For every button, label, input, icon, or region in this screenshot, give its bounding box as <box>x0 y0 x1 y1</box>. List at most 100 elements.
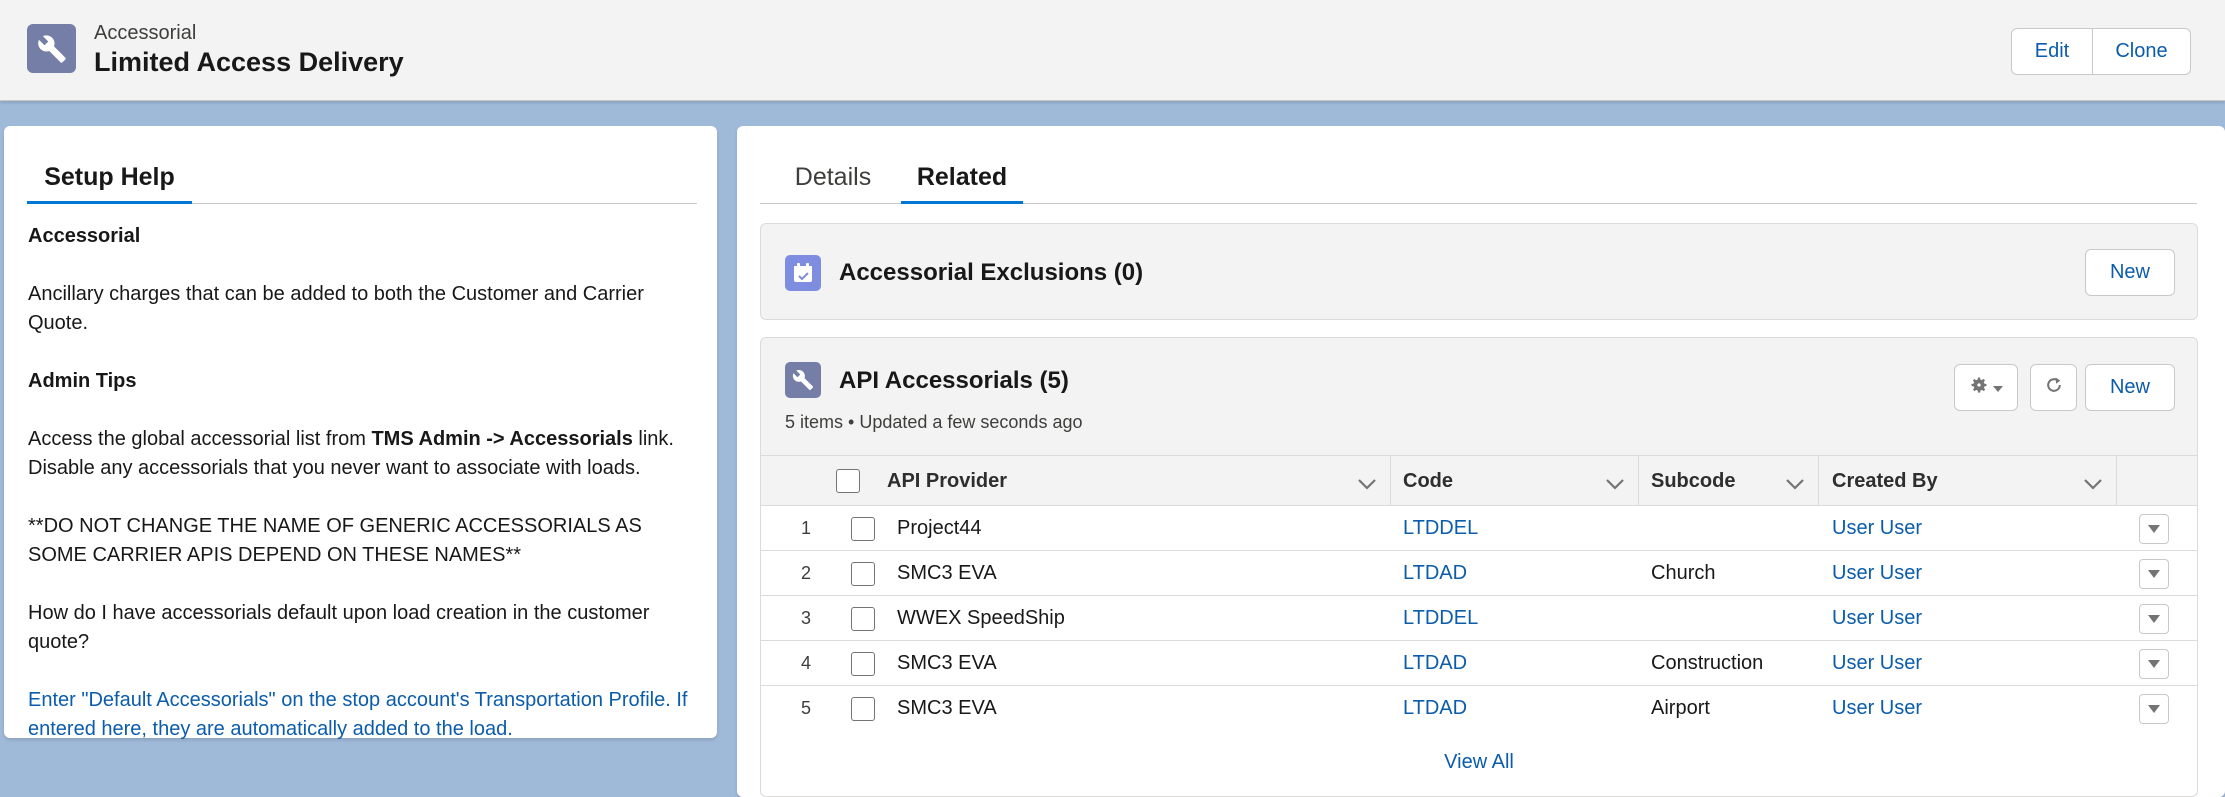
caret-down-icon <box>2147 562 2161 585</box>
chevron-down-icon[interactable] <box>2084 473 2102 496</box>
view-all-link[interactable]: View All <box>761 728 2197 796</box>
help-tip: Access the global accessorial list from … <box>28 425 698 483</box>
refresh-icon <box>2044 375 2064 401</box>
wrench-icon <box>785 362 821 398</box>
help-question: How do I have accessorials default upon … <box>28 602 650 653</box>
column-header-api-provider[interactable]: API Provider <box>877 456 1391 506</box>
row-actions-cell <box>2139 686 2169 731</box>
api-provider-cell: SMC3 EVA <box>897 697 997 719</box>
api-accessorials-subtitle: 5 items • Updated a few seconds ago <box>785 412 1083 432</box>
clone-button[interactable]: Clone <box>2093 28 2191 75</box>
caret-down-icon <box>2147 652 2161 675</box>
accessorial-exclusions-card: Accessorial Exclusions (0) New <box>760 223 2198 320</box>
code-link[interactable]: LTDAD <box>1403 551 1467 596</box>
column-header-created-by[interactable]: Created By <box>1819 456 2117 506</box>
column-label: Subcode <box>1651 469 1736 492</box>
row-checkbox[interactable] <box>851 606 875 631</box>
api-new-button[interactable]: New <box>2085 364 2175 411</box>
column-label: Code <box>1403 469 1453 492</box>
tab-setup-help[interactable]: Setup Help <box>27 160 192 204</box>
row-checkbox[interactable] <box>851 561 875 586</box>
code-link[interactable]: LTDDEL <box>1403 506 1478 551</box>
row-actions-button[interactable] <box>2139 693 2169 724</box>
table-header: API Provider Code Subcode Created By <box>761 456 2197 506</box>
table-row: 2 SMC3 EVA LTDAD Church User User <box>761 551 2197 596</box>
row-actions-cell <box>2139 596 2169 641</box>
column-header-subcode[interactable]: Subcode <box>1639 456 1819 506</box>
help-heading-admin-tips: Admin Tips <box>28 370 137 392</box>
row-actions-cell <box>2139 551 2169 596</box>
record-header: Accessorial Limited Access Delivery Edit… <box>0 0 2225 101</box>
record-detail-panel: Details Related Accessorial Exclusions (… <box>737 126 2225 797</box>
list-settings-button[interactable] <box>1954 364 2018 411</box>
created-by-link[interactable]: User User <box>1832 596 1922 641</box>
table-row: 1 Project44 LTDDEL User User <box>761 506 2197 551</box>
row-actions-button[interactable] <box>2139 558 2169 589</box>
help-tip-bold: TMS Admin -> Accessorials <box>371 428 633 450</box>
setup-help-tabbar: Setup Help <box>27 126 697 204</box>
tab-related[interactable]: Related <box>901 160 1023 204</box>
created-by-link[interactable]: User User <box>1832 686 1922 731</box>
exclusions-new-button[interactable]: New <box>2085 249 2175 296</box>
row-number-header <box>761 456 819 506</box>
row-actions-button[interactable] <box>2139 648 2169 679</box>
api-provider-cell: Project44 <box>897 517 982 539</box>
row-checkbox-cell <box>834 551 892 596</box>
api-provider-cell: SMC3 EVA <box>897 562 997 584</box>
row-actions-cell <box>2139 641 2169 686</box>
row-checkbox[interactable] <box>851 651 875 676</box>
row-checkbox-cell <box>834 506 892 551</box>
exclusions-title[interactable]: Accessorial Exclusions (0) <box>839 259 1143 287</box>
caret-down-icon <box>1993 376 2003 399</box>
created-by-link[interactable]: User User <box>1832 641 1922 686</box>
row-checkbox-cell <box>834 686 892 731</box>
record-tabbar: Details Related <box>760 126 2197 204</box>
wrench-icon <box>27 24 76 73</box>
help-tip-line2: Disable any accessorials that you never … <box>28 457 641 479</box>
help-tip-suffix: link. <box>632 428 674 450</box>
api-accessorials-table: API Provider Code Subcode Created By 1 P… <box>761 455 2197 731</box>
code-link[interactable]: LTDDEL <box>1403 596 1478 641</box>
select-all-header <box>819 456 877 506</box>
chevron-down-icon[interactable] <box>1786 473 1804 496</box>
table-row: 5 SMC3 EVA LTDAD Airport User User <box>761 686 2197 731</box>
api-accessorials-title[interactable]: API Accessorials (5) <box>839 367 1069 395</box>
column-header-code[interactable]: Code <box>1391 456 1639 506</box>
object-label: Accessorial <box>94 22 197 44</box>
created-by-link[interactable]: User User <box>1832 551 1922 596</box>
help-tip-prefix: Access the global accessorial list from <box>28 428 372 450</box>
code-link[interactable]: LTDAD <box>1403 686 1467 731</box>
help-heading-accessorial: Accessorial <box>28 225 141 247</box>
row-checkbox-cell <box>834 641 892 686</box>
row-checkbox[interactable] <box>851 696 875 721</box>
refresh-button[interactable] <box>2030 364 2077 411</box>
help-description: Ancillary charges that can be added to b… <box>28 283 644 334</box>
caret-down-icon <box>2147 517 2161 540</box>
row-checkbox-cell <box>834 596 892 641</box>
subcode-cell: Airport <box>1651 697 1710 719</box>
api-accessorials-card: API Accessorials (5) 5 items • Updated a… <box>760 337 2198 797</box>
help-warning: **DO NOT CHANGE THE NAME OF GENERIC ACCE… <box>28 515 642 566</box>
column-label: API Provider <box>887 469 1008 492</box>
help-answer: Enter "Default Accessorials" on the stop… <box>28 689 688 740</box>
select-all-checkbox[interactable] <box>836 469 860 493</box>
row-actions-button[interactable] <box>2139 603 2169 634</box>
api-provider-cell: WWEX SpeedShip <box>897 607 1065 629</box>
chevron-down-icon[interactable] <box>1358 473 1376 496</box>
edit-button[interactable]: Edit <box>2011 28 2093 75</box>
setup-help-panel: Setup Help Accessorial Ancillary charges… <box>4 126 717 740</box>
created-by-link[interactable]: User User <box>1832 506 1922 551</box>
row-checkbox[interactable] <box>851 516 875 541</box>
record-title: Limited Access Delivery <box>94 47 404 77</box>
header-actions: Edit Clone <box>2011 28 2191 75</box>
tab-details[interactable]: Details <box>778 160 888 204</box>
chevron-down-icon[interactable] <box>1606 473 1624 496</box>
column-label: Created By <box>1832 469 1938 492</box>
row-actions-button[interactable] <box>2139 513 2169 544</box>
code-link[interactable]: LTDAD <box>1403 641 1467 686</box>
caret-down-icon <box>2147 607 2161 630</box>
api-provider-cell: SMC3 EVA <box>897 652 997 674</box>
setup-help-content: Accessorial Ancillary charges that can b… <box>28 222 698 773</box>
subcode-cell: Church <box>1651 562 1716 584</box>
row-actions-cell <box>2139 506 2169 551</box>
